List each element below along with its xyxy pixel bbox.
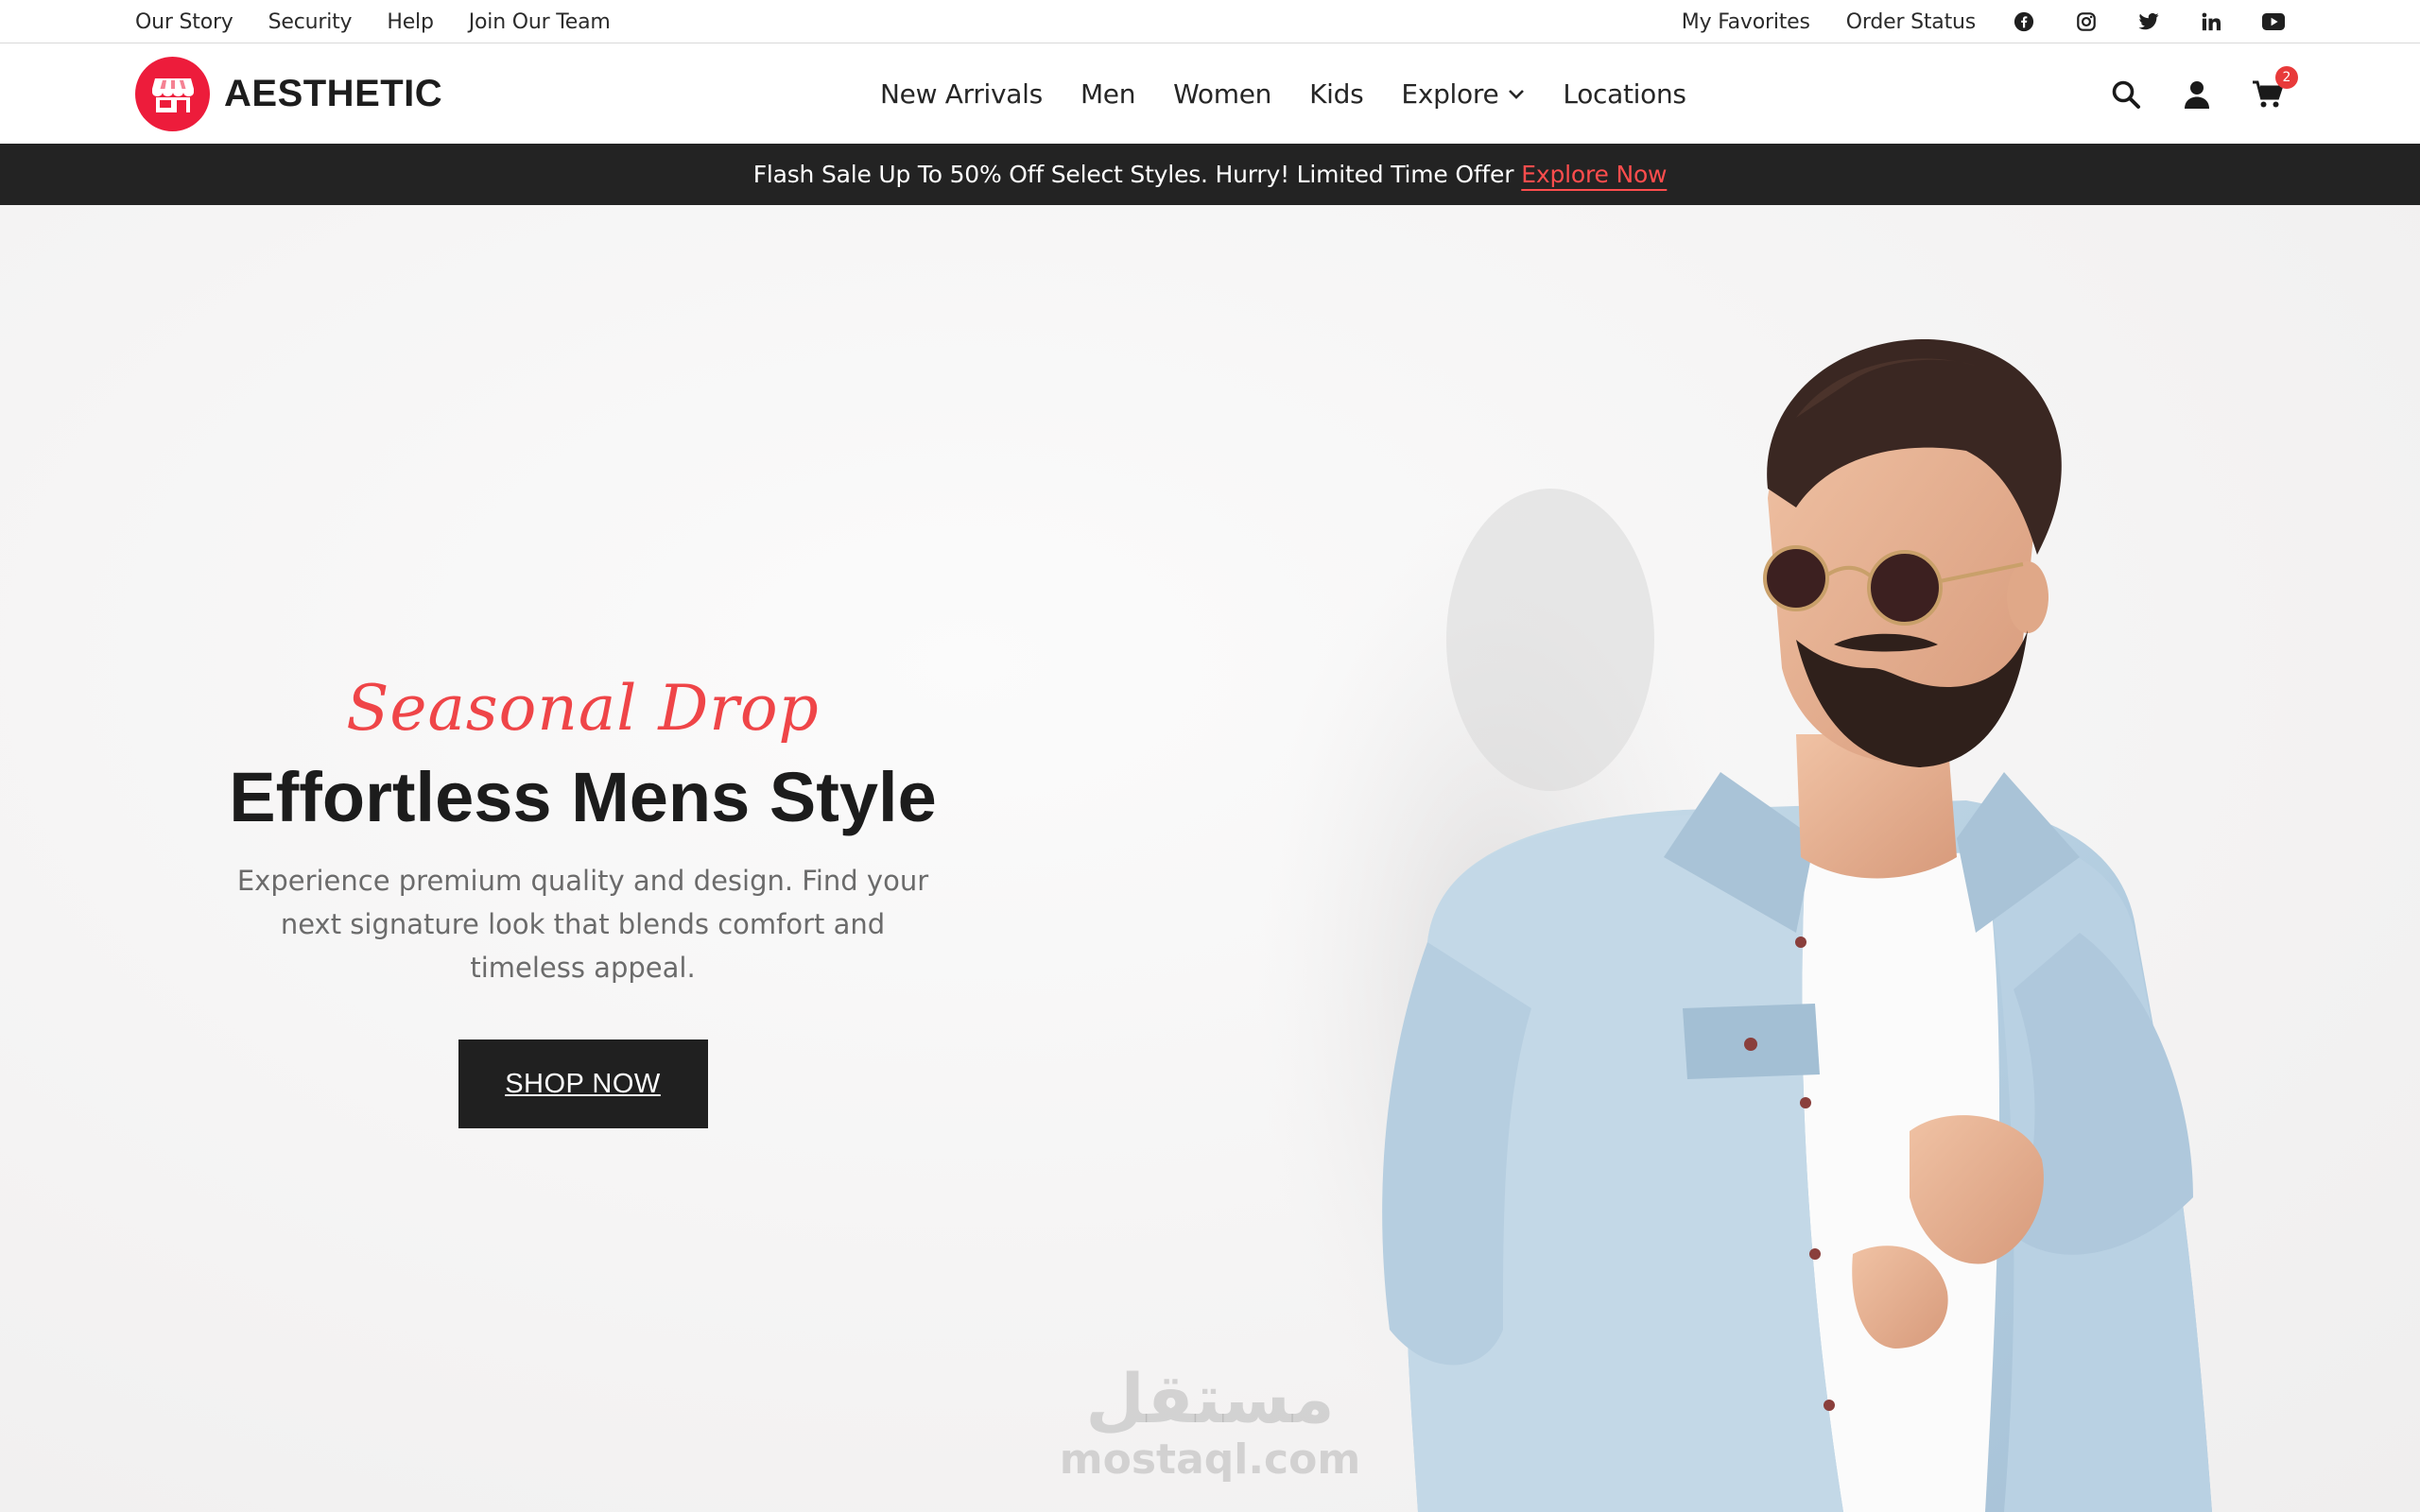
watermark-arabic-text: مستقل xyxy=(1085,1359,1335,1438)
our-story-link[interactable]: Our Story xyxy=(135,10,233,34)
nav-new-arrivals[interactable]: New Arrivals xyxy=(880,78,1043,110)
linkedin-icon[interactable] xyxy=(2200,10,2222,33)
hero-model-image xyxy=(1257,338,2212,1512)
watermark-latin-text: mostaql.com xyxy=(1059,1435,1361,1484)
header-actions: 2 xyxy=(2072,44,2298,144)
main-header: AESTHETIC New Arrivals Men Women Kids Ex… xyxy=(0,44,2420,144)
shop-now-button[interactable]: SHOP NOW xyxy=(458,1039,708,1128)
hero-description: Experience premium quality and design. F… xyxy=(236,864,929,984)
nav-men[interactable]: Men xyxy=(1080,78,1136,110)
mostaql-watermark: مستقل mostaql.com xyxy=(1059,1361,1361,1503)
flash-sale-banner: Flash Sale Up To 50% Off Select Styles. … xyxy=(0,144,2420,205)
top-utility-bar: Our Story Security Help Join Our Team My… xyxy=(0,0,2420,43)
user-icon[interactable] xyxy=(2180,77,2214,112)
help-link[interactable]: Help xyxy=(387,10,434,34)
nav-women[interactable]: Women xyxy=(1173,78,1271,110)
security-link[interactable]: Security xyxy=(268,10,353,34)
cart-count-badge: 2 xyxy=(2275,65,2298,89)
promo-text: Flash Sale Up To 50% Off Select Styles. … xyxy=(752,161,1514,188)
instagram-icon[interactable] xyxy=(2075,10,2098,33)
search-icon[interactable] xyxy=(2109,77,2143,112)
hero-copy: Seasonal Drop Effortless Mens Style Expe… xyxy=(189,678,977,1128)
facebook-icon[interactable] xyxy=(2013,10,2035,33)
nav-explore-label: Explore xyxy=(1401,78,1499,110)
utility-links-right: My Favorites Order Status xyxy=(1646,0,2285,43)
social-links xyxy=(2004,10,2285,33)
explore-now-link[interactable]: Explore Now xyxy=(1521,161,1667,188)
hero-eyebrow: Seasonal Drop xyxy=(346,672,820,745)
twitter-icon[interactable] xyxy=(2137,10,2160,33)
hero-title: Effortless Mens Style xyxy=(229,758,937,836)
my-favorites-link[interactable]: My Favorites xyxy=(1682,10,1810,34)
hero-section: Seasonal Drop Effortless Mens Style Expe… xyxy=(0,205,2420,1512)
storefront-icon xyxy=(135,57,210,131)
nav-locations[interactable]: Locations xyxy=(1563,78,1686,110)
youtube-icon[interactable] xyxy=(2262,10,2285,33)
utility-links-left: Our Story Security Help Join Our Team xyxy=(135,0,646,43)
brand-name: AESTHETIC xyxy=(224,73,443,114)
main-navigation: New Arrivals Men Women Kids Explore Loca… xyxy=(880,44,1724,144)
cart-icon[interactable]: 2 xyxy=(2251,65,2298,112)
join-our-team-link[interactable]: Join Our Team xyxy=(469,10,611,34)
order-status-link[interactable]: Order Status xyxy=(1846,10,1976,34)
brand-logo[interactable]: AESTHETIC xyxy=(135,57,442,131)
chevron-down-icon xyxy=(1508,89,1525,100)
nav-explore[interactable]: Explore xyxy=(1401,78,1525,110)
nav-kids[interactable]: Kids xyxy=(1309,78,1364,110)
